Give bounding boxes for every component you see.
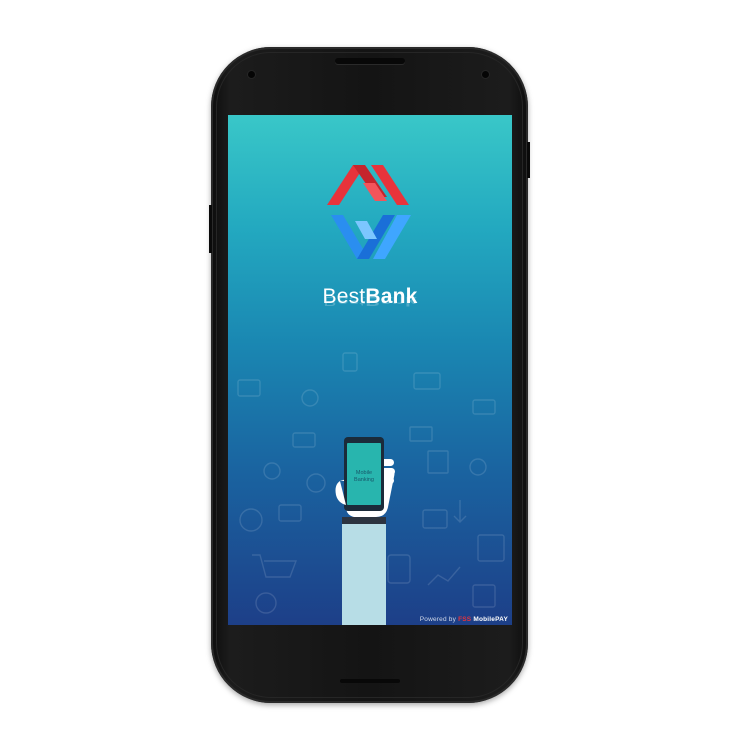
shopping-cart-icon — [252, 554, 298, 578]
fss-label: FSS — [458, 616, 472, 623]
card-icon-2 — [472, 399, 496, 415]
brand-reflection-bold: Bank — [365, 294, 417, 308]
power-button[interactable] — [527, 142, 530, 178]
graph-line-icon — [427, 566, 461, 586]
brand-reflection: BestBank — [228, 294, 512, 308]
dollar-bag-icon — [239, 508, 263, 532]
hand-holding-phone-icon: Mobile Banking — [335, 437, 395, 625]
chart-icon — [472, 584, 496, 608]
card-icon-3 — [422, 509, 448, 529]
splash-screen: BestBank BestBank Mobile Banking Powered… — [228, 115, 512, 625]
mini-phone-label-1: Mobile — [356, 470, 372, 476]
logo-blue-part — [331, 215, 411, 259]
dollar-coin-icon — [301, 389, 319, 407]
gear-icon — [306, 473, 326, 493]
powered-by-label: Powered by — [419, 616, 457, 623]
store-icon — [477, 534, 505, 562]
card-icon — [413, 372, 441, 390]
arrow-icon — [453, 500, 467, 523]
front-camera — [248, 71, 255, 78]
atm-icon — [278, 504, 302, 522]
earpiece-speaker — [335, 58, 405, 64]
brand-reflection-light: Best — [323, 294, 366, 308]
volume-button[interactable] — [209, 205, 212, 253]
building-icon — [427, 450, 449, 474]
bottom-speaker — [340, 679, 400, 683]
wallet-icon — [292, 432, 316, 448]
powered-by-footer: Powered by FSS MobilePAY — [420, 616, 508, 623]
cuff — [342, 517, 386, 524]
sleeve — [342, 521, 386, 625]
proximity-sensor — [482, 71, 489, 78]
money-bill-icon — [237, 379, 261, 397]
pie-icon — [469, 458, 487, 476]
calendar-icon — [342, 352, 358, 372]
clock-icon — [263, 462, 281, 480]
mini-phone-label-2: Banking — [354, 477, 374, 483]
mobilepay-label: MobilePAY — [473, 616, 508, 623]
logo-red-part — [327, 165, 409, 205]
bank-logo-icon — [327, 165, 411, 259]
satellite-dish-icon — [255, 592, 277, 614]
